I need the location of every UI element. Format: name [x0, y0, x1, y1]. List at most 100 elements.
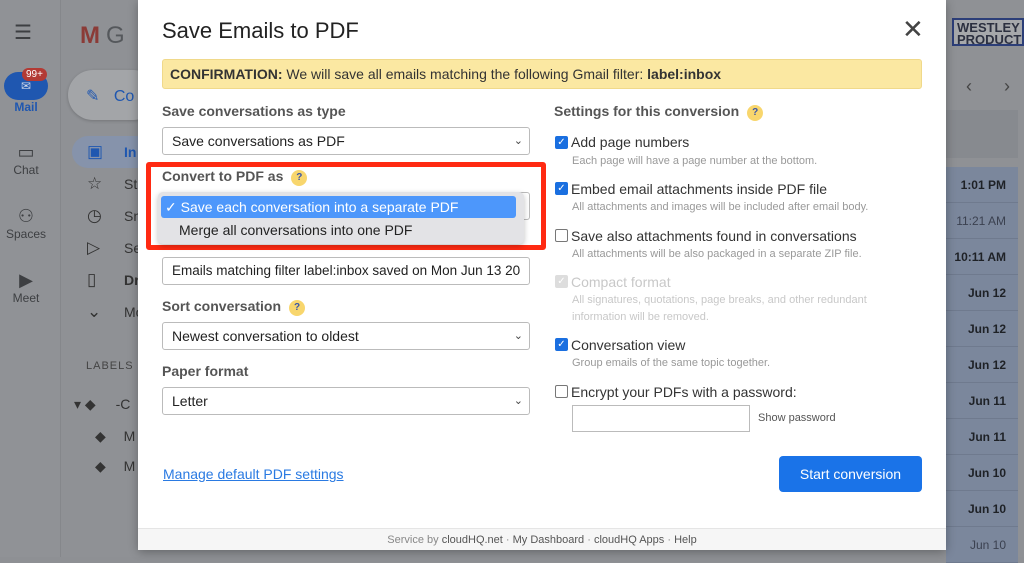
setting-desc: All signatures, quotations, page breaks,… — [572, 294, 867, 323]
sort-label-text: Sort conversation — [162, 298, 282, 314]
separator: · — [664, 534, 675, 546]
setting-label: Compact format — [571, 274, 671, 290]
apps-link[interactable]: cloudHQ Apps — [594, 534, 664, 546]
compose-label: Co — [113, 88, 135, 105]
password-input[interactable] — [572, 405, 750, 432]
clock-icon: ◷ — [87, 206, 102, 225]
rail-item-meet[interactable]: ▶ Meet — [0, 270, 52, 305]
chat-icon: ▭ — [17, 142, 35, 162]
prev-page-icon[interactable]: ‹ — [966, 76, 972, 97]
chevron-down-icon: ⌄ — [513, 135, 523, 147]
setting-label: Save also attachments found in conversat… — [571, 228, 857, 244]
option-label: Merge all conversations into one PDF — [179, 222, 413, 238]
next-page-icon[interactable]: › — [1004, 76, 1010, 97]
save-type-select[interactable]: Save conversations as PDF ⌄ — [162, 127, 530, 155]
filename-input[interactable]: Emails matching filter label:inbox saved… — [162, 257, 530, 285]
labels-heading: LABELS — [86, 360, 134, 372]
setting-desc: Group emails of the same topic together. — [572, 357, 771, 369]
mail-row-time[interactable]: 10:11 AM — [946, 239, 1018, 275]
mail-row-time[interactable]: 1:01 PM — [946, 167, 1018, 203]
nav-inbox[interactable]: In — [124, 144, 136, 160]
settings-label-text: Settings for this conversion — [554, 103, 740, 119]
rail-label: Mail — [14, 100, 38, 114]
help-link[interactable]: Help — [674, 534, 697, 546]
inbox-icon: ▣ — [87, 142, 104, 161]
banner-filter: label:inbox — [647, 66, 722, 82]
mail-row-time[interactable]: Jun 12 — [946, 275, 1018, 311]
mail-row-time[interactable]: Jun 10 — [946, 527, 1018, 563]
pencil-icon: ✎ — [86, 88, 100, 105]
dashboard-link[interactable]: My Dashboard — [513, 534, 585, 546]
conversation-view-checkbox[interactable]: ✓ — [555, 338, 568, 351]
compact-format-checkbox[interactable]: ✓ — [555, 275, 568, 288]
menu-icon[interactable]: ☰ — [14, 20, 32, 45]
check-icon: ✓ — [165, 199, 181, 215]
close-icon[interactable]: ✕ — [902, 14, 924, 45]
option-label: Save each conversation into a separate P… — [180, 199, 459, 215]
mail-row-time[interactable]: Jun 11 — [946, 383, 1018, 419]
label-name: M — [123, 428, 136, 444]
mail-row-time[interactable]: Jun 10 — [946, 455, 1018, 491]
paper-select[interactable]: Letter ⌄ — [162, 387, 530, 415]
spaces-icon: ⚇ — [17, 206, 35, 226]
sort-label: Sort conversation? — [162, 298, 306, 316]
manage-settings-link[interactable]: Manage default PDF settings — [163, 466, 344, 482]
meet-icon: ▶ — [19, 270, 33, 290]
banner-label: CONFIRMATION: — [170, 66, 283, 82]
label-name: -C — [115, 396, 131, 412]
paper-label: Paper format — [162, 363, 249, 379]
option-merge-pdf[interactable]: Merge all conversations into one PDF — [161, 219, 516, 241]
mail-row-time[interactable]: Jun 11 — [946, 419, 1018, 455]
gmail-logo: MG — [80, 22, 125, 49]
brand-logo: WESTLEY PRODUCTIONS — [952, 18, 1024, 46]
service-by-text: Service by — [387, 534, 442, 546]
setting-label: Conversation view — [571, 337, 686, 353]
select-value: Letter — [172, 393, 208, 409]
chevron-down-icon: ⌄ — [513, 330, 523, 342]
start-conversion-button[interactable]: Start conversion — [779, 456, 922, 492]
confirmation-banner: CONFIRMATION: We will save all emails ma… — [162, 59, 922, 89]
setting-desc: Each page will have a page number at the… — [572, 155, 818, 167]
draft-icon: ▯ — [87, 270, 97, 289]
page-numbers-checkbox[interactable]: ✓ — [555, 136, 568, 149]
send-icon: ▷ — [87, 238, 101, 257]
setting-label: Encrypt your PDFs with a password: — [571, 384, 797, 400]
chevron-down-icon: ⌄ — [87, 302, 102, 321]
star-icon: ☆ — [87, 174, 103, 193]
label-tag-icon: ▾ ◆ — [74, 396, 96, 412]
label-item[interactable]: ◆ M — [95, 458, 135, 475]
mail-row-time[interactable]: Jun 12 — [946, 311, 1018, 347]
setting-desc: All attachments and images will be inclu… — [572, 201, 869, 213]
save-emails-dialog: Save Emails to PDF ✕ CONFIRMATION: We wi… — [138, 0, 946, 550]
mail-row-time[interactable]: 11:21 AM — [946, 203, 1018, 239]
rail-label: Chat — [13, 163, 39, 177]
mail-row-time[interactable]: Jun 12 — [946, 347, 1018, 383]
dialog-title: Save Emails to PDF — [162, 18, 359, 43]
separator: · — [584, 534, 594, 546]
separator: · — [502, 534, 513, 546]
filename-value: Emails matching filter label:inbox saved… — [172, 263, 521, 278]
rail-item-mail[interactable]: ✉ 99+ Mail — [0, 68, 52, 114]
rail-label: Spaces — [5, 227, 47, 241]
mail-row-time[interactable]: Jun 10 — [946, 491, 1018, 527]
select-value: Save conversations as PDF — [172, 133, 345, 149]
help-icon[interactable]: ? — [289, 300, 306, 316]
sort-select[interactable]: Newest conversation to oldest ⌄ — [162, 322, 530, 350]
rail-item-spaces[interactable]: ⚇ Spaces — [0, 206, 52, 241]
nav-starred[interactable]: St — [124, 176, 137, 192]
settings-label: Settings for this conversion? — [554, 103, 764, 121]
label-item[interactable]: ◆ M — [95, 428, 135, 445]
help-icon[interactable]: ? — [747, 105, 764, 121]
unread-badge: 99+ — [22, 68, 47, 81]
embed-attachments-checkbox[interactable]: ✓ — [555, 182, 568, 195]
setting-desc: All attachments will be also packaged in… — [572, 248, 862, 260]
save-attachments-checkbox[interactable] — [555, 229, 568, 242]
option-separate-pdf[interactable]: ✓ Save each conversation into a separate… — [161, 196, 516, 218]
rail-item-chat[interactable]: ▭ Chat — [0, 142, 52, 177]
label-item[interactable]: ▾ ◆ -C — [74, 396, 130, 413]
dialog-footer: Service by cloudHQ.net · My Dashboard · … — [138, 528, 946, 550]
encrypt-checkbox[interactable] — [555, 385, 568, 398]
cloudhq-link[interactable]: cloudHQ.net — [442, 534, 503, 546]
list-header — [946, 110, 1018, 158]
show-password-toggle[interactable]: Show password — [758, 412, 836, 424]
